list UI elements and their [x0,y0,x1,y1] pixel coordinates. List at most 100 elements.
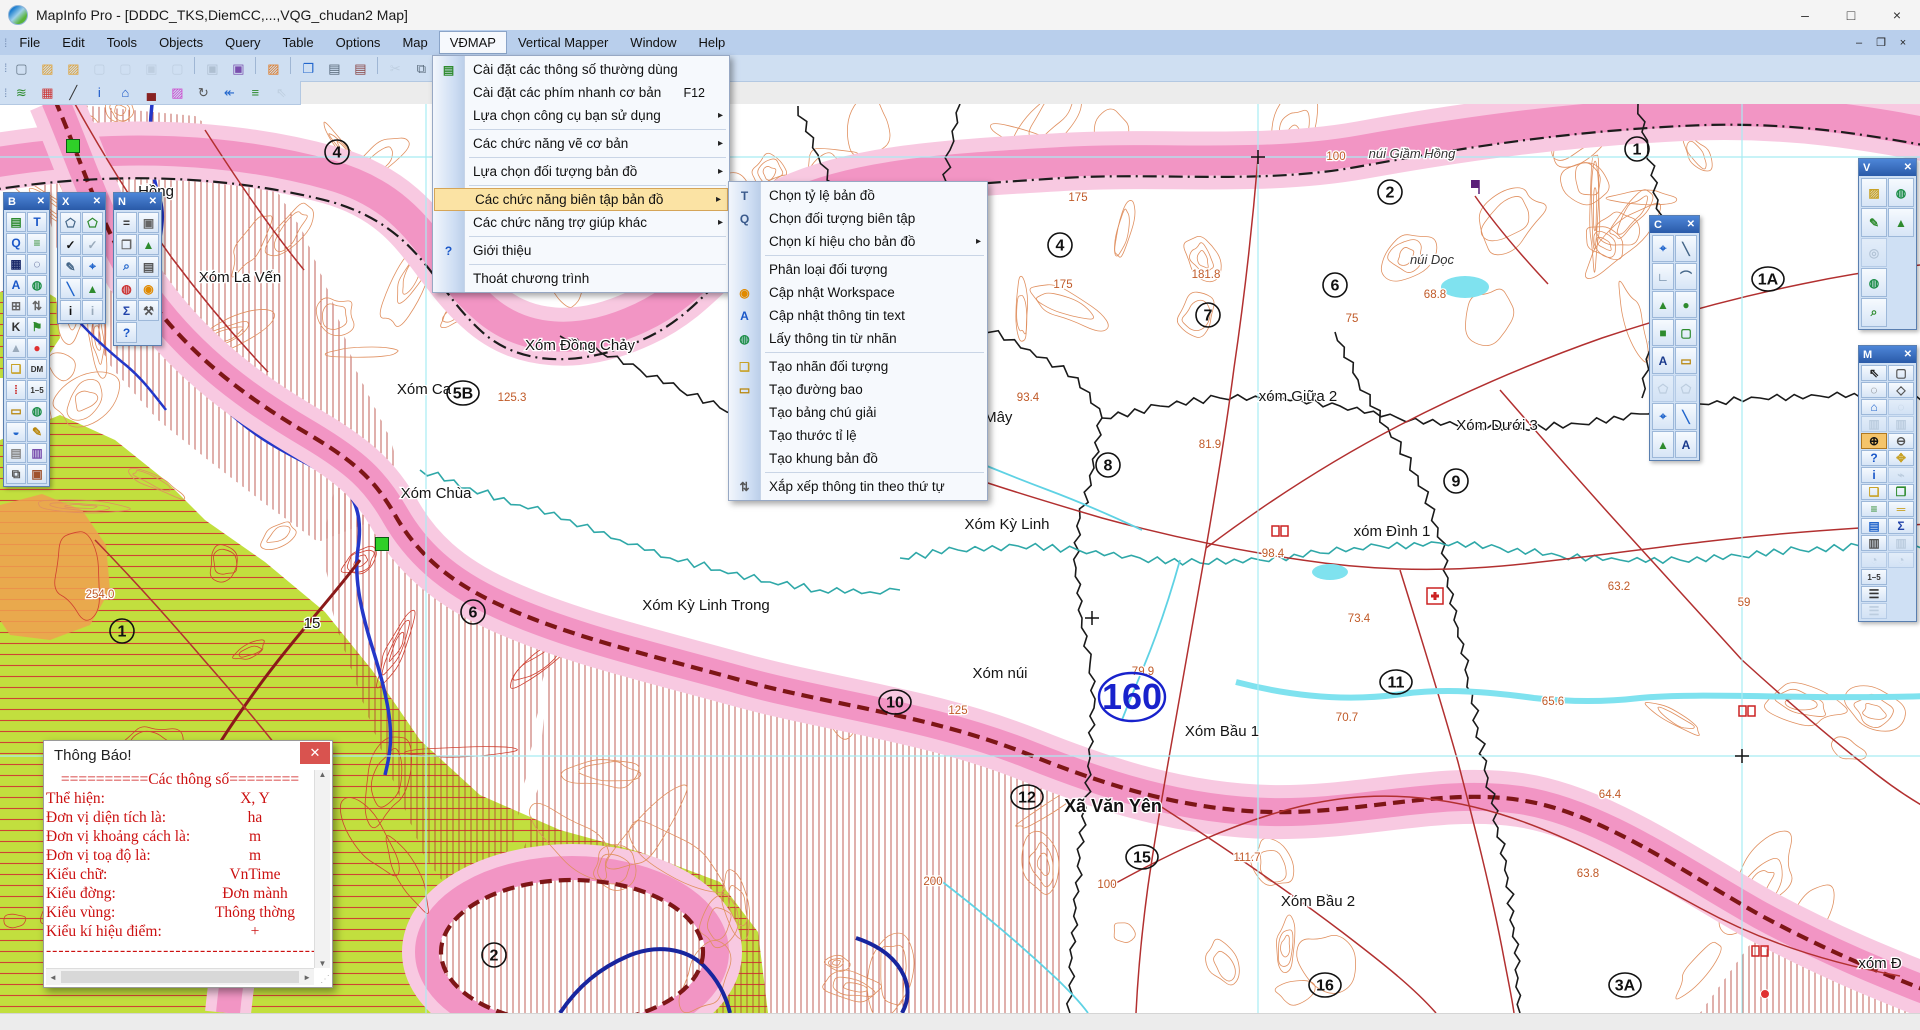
region-red-icon[interactable]: ◍ [116,278,137,299]
mdi-close-button[interactable]: × [1892,34,1914,52]
notebook-icon[interactable]: ▤ [6,212,26,232]
submenu-create-map-frame[interactable]: Tạo khung bản đồ [729,447,987,470]
close-icon[interactable]: ✕ [1904,162,1912,173]
map-folder-icon[interactable]: ▨ [1861,178,1887,207]
submenu-choose-edit-object[interactable]: QChọn đối tượng biên tập [729,207,987,230]
layers-icon[interactable]: ≡ [1861,501,1887,517]
frame-icon[interactable]: ▭ [6,401,26,421]
info-white-icon[interactable]: i [60,300,81,321]
menu-map[interactable]: Map [391,31,438,54]
shield-icon[interactable]: ◉ [138,278,159,299]
polygon-add-icon[interactable]: ⬠ [82,212,103,233]
district-icon[interactable]: ▥ [1861,535,1887,551]
submenu-sort-info-order[interactable]: ⇅Xắp xếp thông tin theo thứ tự [729,475,987,498]
scroll-right-icon[interactable]: ► [303,973,311,982]
palette-m-titlebar[interactable]: M✕ [1859,346,1916,363]
mountain-chart-icon[interactable]: ▲ [138,234,159,255]
tag-icon[interactable]: ❏ [6,359,26,379]
vdmap-exit-program[interactable]: Thoát chương trình [433,267,729,290]
vdmap-about[interactable]: ?Giới thiệu [433,239,729,262]
grid-dark-icon[interactable]: ▦ [6,254,26,274]
close-button[interactable]: × [1874,0,1920,30]
submenu-create-object-label[interactable]: ❏Tạo nhãn đối tượng [729,355,987,378]
pushpin-icon[interactable]: ⌖ [1652,235,1674,262]
close-icon[interactable]: ✕ [1687,219,1695,230]
menu-tools[interactable]: Tools [96,31,148,54]
ruler-icon[interactable]: ═ [1888,501,1914,517]
boundary-select-icon[interactable]: ◇ [1888,382,1914,398]
sigma-icon[interactable]: Σ [116,300,137,321]
question-icon[interactable]: ? [116,322,137,343]
check-light-icon[interactable]: ✓ [82,234,103,255]
vdmap-choose-tools[interactable]: Lựa chọn công cụ bạn sử dụng▸ [433,104,729,127]
menu-table[interactable]: Table [272,31,325,54]
previous-view-button[interactable]: ↞ [217,82,241,104]
rectangle-icon[interactable]: ■ [1652,319,1674,346]
dm-icon[interactable]: DM [27,359,47,379]
paste-icon[interactable]: ▣ [27,464,47,484]
submenu-create-outline[interactable]: ▭Tạo đường bao [729,378,987,401]
submenu-update-text-info[interactable]: ACập nhật thông tin text [729,304,987,327]
menu-options[interactable]: Options [325,31,392,54]
maximize-button[interactable]: □ [1828,0,1874,30]
camera-icon[interactable]: ▣ [138,212,159,233]
radius-select-icon[interactable]: ◌ [1861,382,1887,398]
org-chart-icon[interactable]: ⊞ [6,296,26,316]
mountain-chart-icon[interactable]: ▲ [1888,208,1914,237]
region-arrow-icon[interactable]: ▲ [1652,431,1674,458]
polyline-icon[interactable]: ∟ [1652,263,1674,290]
scalebar-icon[interactable]: 1–5 [1861,569,1887,585]
circle-dark-icon[interactable]: ◌ [27,254,47,274]
palette-b-titlebar[interactable]: B✕ [4,193,49,210]
close-icon[interactable]: ✕ [1904,349,1912,360]
text-style-icon[interactable]: A [6,275,26,295]
region-green-icon[interactable]: ▲ [82,278,103,299]
scroll-up-icon[interactable]: ▲ [319,770,327,779]
scroll-down-icon[interactable]: ▼ [319,959,327,968]
scale-15-icon[interactable]: 1–5 [27,380,47,400]
vdmap-other-help-functions[interactable]: Các chức năng trợ giúp khác▸ [433,211,729,234]
layers-icon[interactable]: ≡ [27,233,47,253]
open-table-button[interactable]: ▨ [35,57,59,79]
vdmap-map-editing-functions[interactable]: Các chức năng biên tập bản đồ▸ [434,188,728,211]
traffic-light-icon[interactable]: ⁞ [6,380,26,400]
mdi-restore-button[interactable]: ❐ [1870,34,1892,52]
raster-style-button[interactable]: ▨ [165,82,189,104]
print-window-button[interactable]: ▤ [348,57,372,79]
sphere-grid-icon[interactable]: ◒ [6,422,26,442]
pan-hand-icon[interactable]: ✥ [1888,450,1914,466]
new-table-button[interactable]: ▢ [9,57,33,79]
info-home-button[interactable]: ⌂ [113,82,137,104]
line-icon[interactable]: ╲ [1675,235,1697,262]
pushpin-arrow-icon[interactable]: ⌖ [1652,403,1674,430]
globe-arrow-icon[interactable]: ◍ [1861,268,1887,297]
scroll-thumb[interactable] [61,971,299,983]
print-button[interactable]: ▤ [322,57,346,79]
scroll-left-icon[interactable]: ◄ [49,973,57,982]
arc-icon[interactable]: ⌒ [1675,263,1697,290]
ellipse-icon[interactable]: ● [1675,291,1697,318]
globe-icon[interactable]: ◍ [27,275,47,295]
menu-vertical-mapper[interactable]: Vertical Mapper [507,31,619,54]
flag-icon[interactable]: ⚑ [27,317,47,337]
palette-x-titlebar[interactable]: X✕ [58,193,105,210]
sort-az-icon[interactable]: ⇅ [27,296,47,316]
text-arrow-icon[interactable]: A [1675,431,1697,458]
menu-file[interactable]: File [8,31,51,54]
clipboard-icon[interactable]: ▤ [6,443,26,463]
help-question-icon[interactable]: ? [1861,450,1887,466]
pushpin-icon[interactable]: ⌖ [82,256,103,277]
menu-help[interactable]: Help [688,31,737,54]
vdmap-select-map-objects[interactable]: Lựa chọn đối tượng bản đồ▸ [433,160,729,183]
submenu-classify-objects[interactable]: Phân loại đối tượng [729,258,987,281]
legend-icon[interactable]: ▤ [1861,518,1887,534]
submenu-create-scale-bar[interactable]: Tạo thước tỉ lệ [729,424,987,447]
line-arrow-icon[interactable]: ╲ [1675,403,1697,430]
text-t-icon[interactable]: T [27,212,47,232]
sigma-icon[interactable]: Σ [1888,518,1914,534]
window-grid-icon[interactable]: ❐ [116,234,137,255]
submenu-choose-map-scale[interactable]: TChọn tỷ lệ bản đồ [729,184,987,207]
palette-v-titlebar[interactable]: V✕ [1859,159,1916,176]
dialog-vertical-scrollbar[interactable]: ▲ ▼ [314,770,330,968]
table-list-icon[interactable]: ☰ [1861,586,1887,602]
